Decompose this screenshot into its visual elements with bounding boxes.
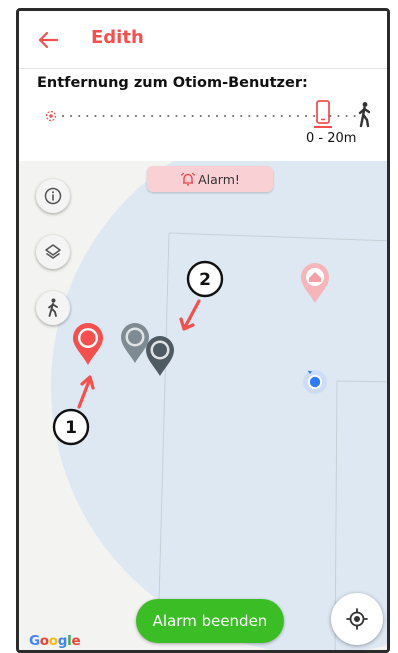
- home-marker[interactable]: [299, 261, 331, 305]
- arrow-left-icon: [38, 31, 58, 49]
- app-bar: Edith: [19, 11, 387, 69]
- walk-mode-button[interactable]: [36, 291, 70, 325]
- my-location-button[interactable]: [331, 593, 383, 645]
- google-logo-letter: e: [71, 633, 81, 649]
- map-area[interactable]: Alarm! 1 2 Google Alarm beenden: [19, 161, 387, 650]
- user-location-dot[interactable]: [301, 368, 329, 396]
- back-button[interactable]: [33, 25, 63, 55]
- page-title: Edith: [91, 27, 144, 48]
- pulse-dot-icon: [45, 110, 57, 122]
- person-walking-icon: [48, 298, 58, 317]
- distance-track: [45, 100, 371, 128]
- end-alarm-button[interactable]: Alarm beenden: [136, 599, 284, 643]
- alarm-badge-label: Alarm!: [198, 171, 240, 187]
- person-walking-icon: [358, 102, 371, 128]
- annotation-2: 2: [179, 260, 224, 331]
- google-logo-letter: o: [48, 633, 58, 649]
- annotation-2-label: 2: [199, 270, 211, 290]
- layers-icon: [45, 244, 61, 259]
- info-button[interactable]: [36, 179, 70, 213]
- red-location-marker[interactable]: [71, 321, 105, 367]
- google-logo-letter: G: [29, 633, 40, 649]
- distance-value: 0 - 20m: [306, 131, 357, 146]
- layers-button[interactable]: [36, 235, 70, 269]
- phone-icon: [314, 100, 332, 128]
- distance-title: Entfernung zum Otiom-Benutzer:: [37, 75, 308, 91]
- distance-panel: Entfernung zum Otiom-Benutzer: 0 - 20m: [19, 69, 387, 161]
- google-logo-letter: g: [57, 633, 68, 649]
- alarm-badge: Alarm!: [147, 166, 273, 192]
- alarm-bell-icon: [180, 172, 196, 185]
- info-icon: [44, 187, 62, 205]
- annotation-1: 1: [52, 375, 95, 446]
- annotation-1-label: 1: [65, 418, 77, 438]
- google-logo: Google: [29, 633, 81, 649]
- google-logo-letter: o: [39, 633, 49, 649]
- crosshair-icon: [346, 608, 368, 630]
- gray-location-marker[interactable]: [144, 334, 176, 378]
- phone-frame: Edith Entfernung zum Otiom-Benutzer: 0 -…: [16, 8, 390, 653]
